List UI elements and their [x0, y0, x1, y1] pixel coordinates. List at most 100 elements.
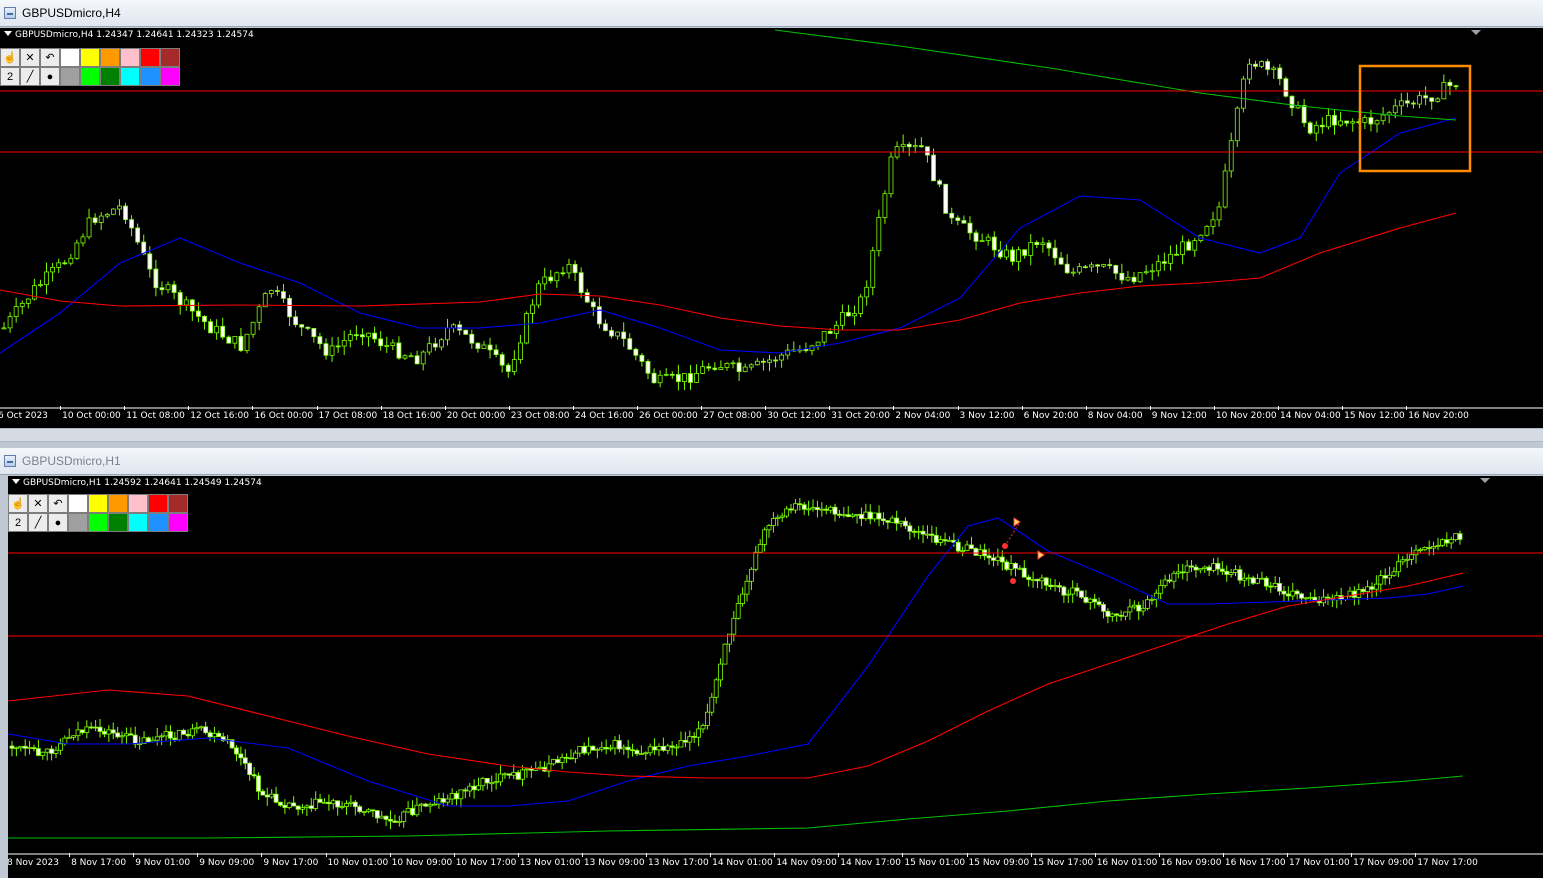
- candle-body: [742, 366, 748, 372]
- swatch-11[interactable]: [168, 513, 188, 532]
- time-axis-label: 26 Oct 00:00: [639, 411, 698, 421]
- line-tool-icon[interactable]: ╱: [28, 513, 48, 532]
- candle-body: [194, 727, 200, 730]
- candle-body: [960, 550, 966, 552]
- candle-body: [244, 333, 250, 351]
- time-axis-tick: [69, 853, 71, 857]
- swatch-2[interactable]: [108, 494, 128, 513]
- swatch-2[interactable]: [100, 48, 120, 67]
- time-axis-label: 15 Nov 09:00: [968, 858, 1030, 868]
- candle-body: [98, 215, 104, 223]
- window-titlebar-h4[interactable]: GBPUSDmicro,H4: [0, 0, 1543, 27]
- swatch-9[interactable]: [120, 67, 140, 86]
- candle-body: [1028, 242, 1034, 256]
- swatch-1[interactable]: [80, 48, 100, 67]
- close-icon[interactable]: ✕: [28, 494, 48, 513]
- line-tool-icon[interactable]: ╱: [20, 67, 40, 86]
- swatch-4[interactable]: [140, 48, 160, 67]
- time-axis-tick: [637, 406, 638, 410]
- candle-body: [68, 257, 74, 264]
- dot-tool-icon[interactable]: ●: [40, 67, 60, 86]
- swatch-11[interactable]: [160, 67, 180, 86]
- candle-body: [153, 268, 159, 289]
- candle-body: [49, 748, 55, 754]
- window-splitter[interactable]: [0, 428, 1543, 442]
- time-axis-label: 10 Nov 17:00: [455, 858, 517, 868]
- candle-body: [1039, 577, 1045, 582]
- candle-body: [615, 331, 621, 337]
- candle-body: [1174, 253, 1179, 256]
- time-axis-label: 13 Nov 17:00: [648, 858, 709, 868]
- swatch-3[interactable]: [120, 48, 140, 67]
- undo-icon[interactable]: ↶: [48, 494, 68, 513]
- candle-body: [1253, 63, 1258, 67]
- swatch-0[interactable]: [68, 494, 88, 513]
- swatch-5[interactable]: [168, 494, 188, 513]
- swatch-6[interactable]: [60, 67, 80, 86]
- time-axis-label: 8 Nov 17:00: [71, 858, 127, 868]
- chart-h1[interactable]: GBPUSDmicro,H1 1.24592 1.24641 1.24549 1…: [8, 476, 1543, 878]
- candle-body: [1423, 95, 1429, 99]
- chart-shift-icon[interactable]: [1471, 30, 1481, 35]
- trade-arrow-icon[interactable]: [1037, 550, 1045, 560]
- swatch-7[interactable]: [88, 513, 108, 532]
- candle-body: [1140, 607, 1146, 612]
- candle-body: [1448, 539, 1454, 544]
- undo-icon[interactable]: ↶: [40, 48, 60, 67]
- trade-marker-icon[interactable]: [1010, 578, 1016, 584]
- swatch-9[interactable]: [128, 513, 148, 532]
- candle-body: [449, 792, 455, 800]
- candle-body: [401, 811, 407, 822]
- candle-body: [1332, 115, 1337, 126]
- hand-tool-icon[interactable]: ☝: [8, 494, 28, 513]
- window-titlebar-h1[interactable]: GBPUSDmicro,H1: [0, 448, 1543, 475]
- candle-body: [1453, 85, 1459, 88]
- candle-body: [1131, 276, 1137, 283]
- time-axis-label: 11 Oct 08:00: [126, 411, 185, 421]
- line-width-field[interactable]: 2: [8, 513, 28, 532]
- swatch-7[interactable]: [80, 67, 100, 86]
- collapse-icon[interactable]: [4, 31, 12, 36]
- candle-body: [528, 768, 534, 771]
- swatch-8[interactable]: [100, 67, 120, 86]
- candle-body: [323, 343, 329, 356]
- swatch-10[interactable]: [148, 513, 168, 532]
- swatch-6[interactable]: [68, 513, 88, 532]
- swatch-4[interactable]: [148, 494, 168, 513]
- trade-arrow-icon[interactable]: [1013, 517, 1021, 527]
- candle-body: [1247, 63, 1252, 80]
- time-axis-tick: [1278, 406, 1279, 410]
- hand-tool-icon[interactable]: ☝: [0, 48, 20, 67]
- candle-body: [458, 789, 464, 800]
- candle-body: [329, 345, 335, 356]
- candle-body: [154, 736, 160, 741]
- close-icon[interactable]: ✕: [20, 48, 40, 67]
- candle-body: [627, 338, 633, 350]
- candle-body: [1294, 590, 1300, 595]
- candle-body: [1070, 271, 1076, 274]
- line-width-field[interactable]: 2: [0, 67, 20, 86]
- swatch-5[interactable]: [160, 48, 180, 67]
- candle-body: [925, 533, 930, 536]
- candle-body: [1197, 568, 1203, 571]
- chart-shift-icon[interactable]: [1480, 478, 1490, 483]
- candle-body: [451, 324, 456, 329]
- swatch-3[interactable]: [128, 494, 148, 513]
- time-axis-label: 16 Nov 20:00: [1408, 411, 1469, 421]
- swatch-0[interactable]: [60, 48, 80, 67]
- chart-h4[interactable]: GBPUSDmicro,H4 1.24347 1.24641 1.24323 1…: [0, 28, 1543, 428]
- time-axis-label: 16 Nov 01:00: [1096, 858, 1158, 868]
- candle-body: [220, 325, 226, 338]
- time-axis-tick: [1149, 406, 1151, 410]
- dot-tool-icon[interactable]: ●: [48, 513, 68, 532]
- candle-body: [117, 205, 122, 210]
- candle-body: [1092, 598, 1098, 603]
- swatch-1[interactable]: [88, 494, 108, 513]
- candle-body: [657, 374, 663, 384]
- time-axis-label: 23 Oct 08:00: [510, 411, 570, 421]
- candle-body: [647, 746, 653, 754]
- collapse-icon[interactable]: [12, 479, 20, 484]
- swatch-8[interactable]: [108, 513, 128, 532]
- swatch-10[interactable]: [140, 67, 160, 86]
- time-axis-tick: [774, 853, 776, 857]
